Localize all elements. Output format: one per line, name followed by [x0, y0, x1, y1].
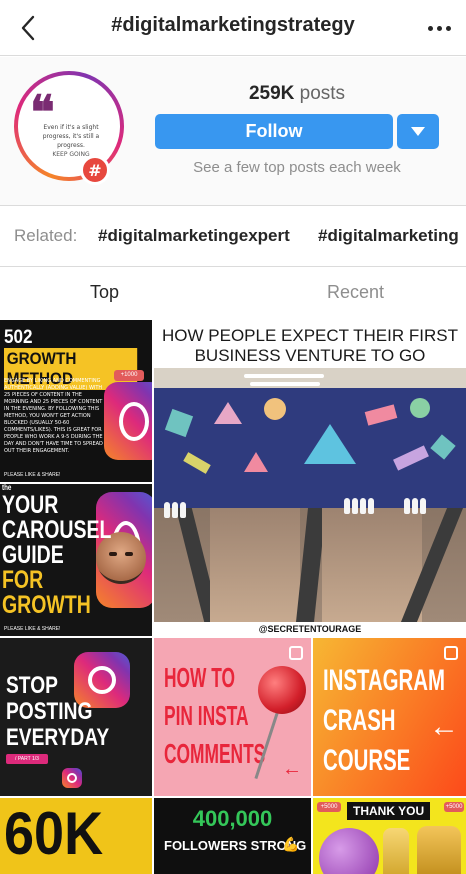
follow-options-button[interactable] — [397, 114, 439, 149]
eye-shape — [109, 552, 117, 556]
arrow-left-icon: ← — [282, 758, 302, 780]
post-heading: 60K — [4, 800, 104, 867]
post-thumbnail[interactable]: INSTAGRAM CRASH COURSE ← — [313, 638, 466, 796]
avatar-quote-text: Even if it's a slight progress, it's sti… — [42, 124, 100, 149]
bowling-pin — [344, 498, 350, 514]
bowling-pin — [404, 498, 410, 514]
post-thumbnail[interactable]: STOP POSTING EVERYDAY / PART 1/3 — [0, 638, 152, 796]
wall-pattern-shape — [214, 402, 242, 424]
related-hashtags: Related: #digitalmarketingexpert #digita… — [0, 205, 466, 267]
follower-count: 400,000 — [192, 806, 273, 831]
arrow-left-icon: ← — [429, 710, 459, 743]
post-heading: STOP — [6, 672, 58, 699]
top-bar: #digitalmarketingstrategy — [0, 0, 466, 56]
post-heading: HOW TO — [164, 662, 236, 693]
tab-top[interactable]: Top — [90, 282, 119, 303]
meme-caption: HOW PEOPLE EXPECT THEIR FIRST BUSINESS V… — [162, 326, 458, 365]
more-horizontal-icon — [427, 25, 433, 31]
bowling-pin — [164, 502, 170, 518]
flexed-biceps-icon: 💪 — [282, 836, 300, 852]
post-heading: GROWTH — [2, 591, 91, 619]
meme-credit: @SECRETENTOURAGE — [258, 624, 362, 634]
eye-shape — [125, 552, 133, 556]
balloon-shape — [417, 826, 461, 874]
post-thumbnail[interactable]: 60K — [0, 798, 152, 874]
push-pin-icon — [258, 666, 306, 714]
posts-count-value: 259K — [248, 83, 295, 104]
post-heading: THANK YOU — [347, 802, 431, 820]
post-heading: CRASH — [323, 704, 396, 737]
follower-badge: +5000 — [317, 802, 341, 812]
post-thumbnail[interactable]: HOW TO PIN INSTA COMMENTS ← — [154, 638, 311, 796]
follower-badge: +5000 — [444, 802, 464, 812]
post-heading: EVERYDAY — [6, 724, 110, 751]
hashtag-badge-icon: # — [80, 155, 110, 185]
post-body-text: ENGAGE BY LIKING AND COMMENTING AUTHENTI… — [4, 378, 103, 454]
wall-pattern-shape — [264, 398, 286, 420]
tab-recent[interactable]: Recent — [327, 282, 384, 303]
caret-down-icon — [411, 127, 425, 136]
instagram-logo-icon — [104, 382, 152, 460]
bowling-pin — [412, 498, 418, 514]
carousel-icon — [444, 646, 458, 660]
related-tag[interactable]: #digitalmarketing — [318, 226, 459, 246]
post-heading: CAROUSEL — [2, 516, 112, 544]
chevron-left-icon — [21, 15, 35, 41]
ceiling — [154, 368, 466, 390]
bowling-lane — [210, 508, 300, 622]
instagram-logo-icon — [62, 768, 82, 788]
feed-tabs: Top Recent — [0, 268, 466, 320]
wall-pattern-shape — [304, 424, 356, 464]
post-thumbnail[interactable]: the YOUR CAROUSEL GUIDE FOR GROWTH PLEAS… — [0, 484, 152, 636]
posts-count-label: posts — [299, 83, 346, 104]
wall-pattern-shape — [410, 398, 430, 418]
bowling-pin — [368, 498, 374, 514]
post-thumbnail[interactable]: +5000 THANK YOU +5000 — [313, 798, 466, 874]
post-heading: COURSE — [323, 744, 411, 777]
related-tag[interactable]: #digitalmarketingexpert — [98, 226, 290, 246]
bowling-pin — [360, 498, 366, 514]
post-footer: PLEASE LIKE & SHARE! — [4, 626, 61, 632]
post-heading: COMMENTS — [164, 738, 266, 769]
balloon-shape — [383, 828, 409, 874]
post-thumbnail[interactable]: 400,000 FOLLOWERS STRONG 💪 — [154, 798, 311, 874]
page-title: #digitalmarketingstrategy — [111, 14, 355, 36]
more-horizontal-icon — [436, 25, 442, 31]
post-thumbnail[interactable]: 502 INSTAGRAM GROWTH METHOD +1000 ENGAGE… — [0, 320, 152, 482]
post-heading: GUIDE — [2, 541, 64, 569]
part-label: / PART 1/3 — [6, 754, 48, 764]
carousel-icon — [289, 646, 303, 660]
ceiling-light — [250, 382, 320, 386]
post-heading: POSTING — [6, 698, 93, 725]
back-button[interactable] — [8, 8, 48, 48]
more-horizontal-icon — [445, 25, 451, 31]
hashtag-header: ❝ Even if it's a slight progress, it's s… — [0, 57, 466, 205]
follow-subtext: See a few top posts each week — [193, 159, 401, 176]
balloon-shape — [319, 828, 379, 874]
post-grid: 502 INSTAGRAM GROWTH METHOD +1000 ENGAGE… — [0, 320, 466, 874]
post-footer: PLEASE LIKE & SHARE! — [4, 472, 61, 478]
bowling-pin — [352, 498, 358, 514]
bowling-pin — [180, 502, 186, 518]
bowling-alley-image — [154, 368, 466, 622]
follow-button[interactable]: Follow — [155, 114, 393, 149]
post-heading: INSTAGRAM — [323, 664, 446, 697]
posts-count: 259K posts — [155, 83, 439, 105]
post-heading: YOUR — [2, 491, 59, 519]
related-label: Related: — [14, 226, 78, 245]
post-heading: PIN INSTA — [164, 700, 249, 731]
ceiling-light — [244, 374, 324, 378]
post-thumbnail[interactable]: HOW PEOPLE EXPECT THEIR FIRST BUSINESS V… — [154, 320, 466, 636]
more-options-button[interactable] — [424, 14, 454, 42]
bowling-pin — [172, 502, 178, 518]
follower-badge: +1000 — [114, 370, 144, 381]
bowling-pin — [420, 498, 426, 514]
post-heading: FOR — [2, 566, 44, 594]
wall-pattern-shape — [244, 452, 268, 472]
